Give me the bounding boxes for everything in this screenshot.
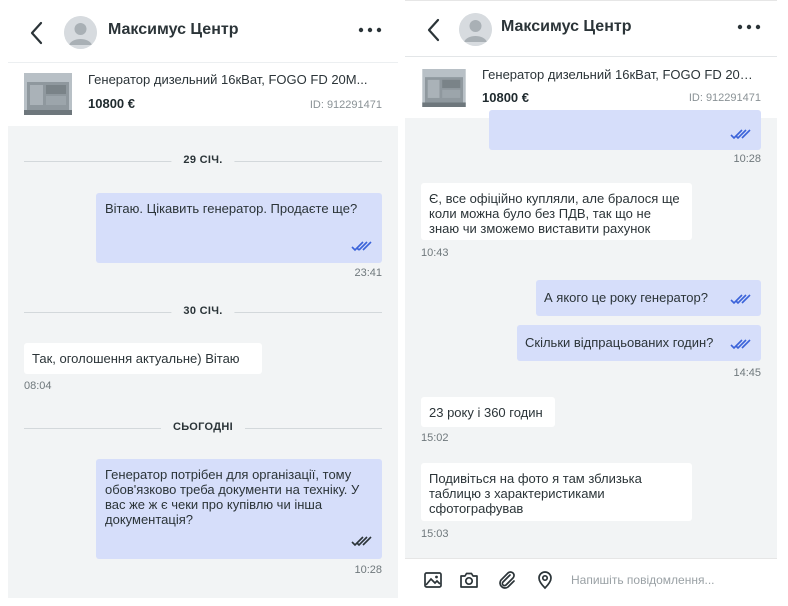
back-icon[interactable] [423, 17, 445, 43]
message-text: Подивіться на фото я там зблизька таблиц… [429, 471, 642, 516]
product-card[interactable]: Генератор дизельний 16кВат, FOGO FD 20M.… [8, 62, 398, 126]
message-input[interactable]: Напишіть повідомлення... [571, 573, 714, 587]
message-time: 15:02 [421, 432, 449, 444]
chat-title[interactable]: Максимус Центр [108, 21, 238, 39]
message-incoming[interactable]: Є, все офіційно купляли, але бралося ще … [421, 183, 692, 240]
product-card[interactable]: Генератор дизельний 16кВат, FOGO FD 20M.… [405, 56, 777, 118]
message-time: 15:03 [421, 528, 449, 540]
chat-screen-left: Максимус Центр Генератор дизельний 16кВа… [8, 0, 398, 598]
date-label: СЬОГОДНІ [161, 421, 245, 433]
avatar[interactable] [459, 13, 492, 46]
product-thumbnail[interactable] [24, 73, 72, 115]
double-check-icon [351, 241, 372, 252]
date-label: 29 СІЧ. [171, 154, 235, 166]
chat-screen-right: Максимус Центр Генератор дизельний 16кВа… [405, 0, 777, 598]
date-separator: СЬОГОДНІ [24, 421, 382, 435]
message-outgoing[interactable]: Вітаю. Цікавить генератор. Продаєте ще? [96, 193, 382, 263]
message-list[interactable]: 29 СІЧ. Вітаю. Цікавить генератор. Прода… [8, 126, 398, 598]
message-incoming[interactable]: 23 року і 360 годин [421, 397, 555, 427]
message-outgoing[interactable]: Скільки відпрацьованих годин? [517, 325, 761, 361]
location-pin-icon[interactable] [535, 570, 555, 590]
message-outgoing[interactable] [489, 110, 761, 150]
back-icon[interactable] [26, 20, 48, 46]
message-text: А якого це року генератор? [544, 290, 708, 305]
product-price: 10800 € [88, 96, 135, 111]
message-outgoing[interactable]: А якого це року генератор? [536, 280, 761, 316]
message-outgoing[interactable]: Генератор потрібен для організації, тому… [96, 459, 382, 559]
date-separator: 29 СІЧ. [24, 154, 382, 168]
message-text: Генератор потрібен для організації, тому… [105, 467, 360, 527]
camera-icon[interactable] [459, 570, 479, 590]
double-check-icon [730, 294, 751, 305]
message-list[interactable]: 10:28 Є, все офіційно купляли, але брало… [405, 110, 777, 558]
message-time: 23:41 [354, 267, 382, 279]
message-text: Вітаю. Цікавить генератор. Продаєте ще? [105, 201, 358, 216]
message-text: Так, оголошення актуальне) Вітаю [32, 351, 240, 366]
product-price: 10800 € [482, 90, 529, 105]
double-check-icon [730, 129, 751, 140]
message-text: 23 року і 360 годин [429, 405, 543, 420]
message-incoming[interactable]: Так, оголошення актуальне) Вітаю [24, 343, 262, 374]
product-id: ID: 912291471 [688, 92, 761, 104]
product-name: Генератор дизельний 16кВат, FOGO FD 20M.… [482, 67, 761, 82]
product-thumbnail[interactable] [421, 69, 467, 107]
message-time: 10:28 [354, 564, 382, 576]
chat-header: Максимус Центр [405, 1, 777, 57]
double-check-icon [730, 339, 751, 350]
product-name: Генератор дизельний 16кВат, FOGO FD 20M.… [88, 72, 368, 87]
message-incoming[interactable]: Подивіться на фото я там зблизька таблиц… [421, 463, 692, 521]
avatar[interactable] [64, 16, 97, 49]
message-time: 10:43 [421, 247, 449, 259]
message-time: 14:45 [733, 367, 761, 379]
more-icon[interactable] [737, 22, 761, 32]
double-check-icon [351, 536, 372, 547]
chat-title[interactable]: Максимус Центр [501, 18, 631, 36]
image-icon[interactable] [423, 570, 443, 590]
date-separator: 30 СІЧ. [24, 305, 382, 319]
message-time: 10:28 [733, 153, 761, 165]
message-text: Є, все офіційно купляли, але бралося ще … [429, 191, 680, 236]
product-id: ID: 912291471 [309, 99, 382, 111]
paperclip-icon[interactable] [497, 570, 517, 590]
more-icon[interactable] [358, 25, 382, 35]
message-text: Скільки відпрацьованих годин? [525, 335, 714, 350]
message-time: 08:04 [24, 380, 52, 392]
message-composer: Напишіть повідомлення... [405, 558, 777, 598]
date-label: 30 СІЧ. [171, 305, 235, 317]
chat-header: Максимус Центр [8, 0, 398, 62]
